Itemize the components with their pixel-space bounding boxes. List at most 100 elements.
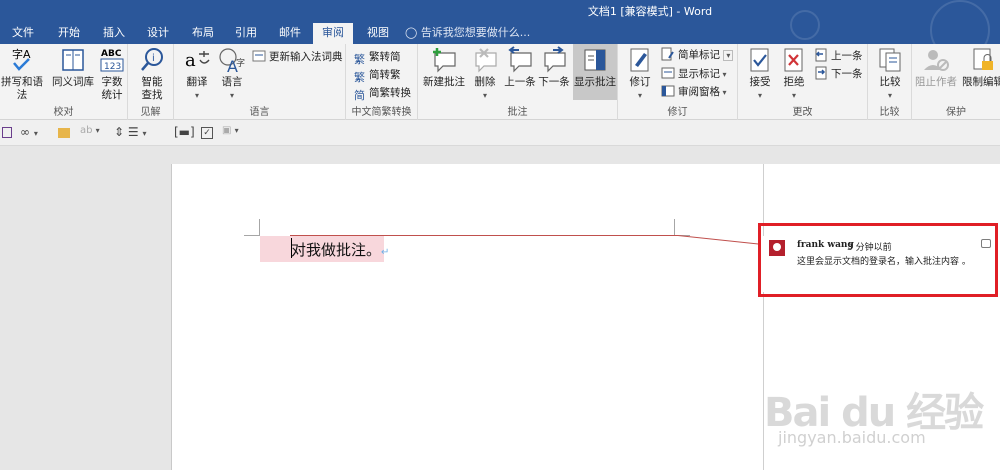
svg-text:i: i <box>152 53 155 64</box>
new-comment-icon <box>433 48 456 73</box>
show-markup-button[interactable]: 显示标记 ▾ <box>661 66 727 82</box>
line-spacing-icon[interactable]: ⇕ ☰ ▾ <box>114 125 146 141</box>
format-icon[interactable]: ab ▾ <box>80 125 100 141</box>
compare-button[interactable]: 比较 ▾ <box>874 46 906 102</box>
tab-review[interactable]: 审阅 <box>313 23 353 44</box>
tab-insert[interactable]: 插入 <box>97 23 131 44</box>
group-comments: 新建批注 删除 ▾ 上一条 下一条 显示批注 批注 <box>418 44 618 120</box>
svg-text:123: 123 <box>104 62 121 72</box>
tab-home[interactable]: 开始 <box>52 23 86 44</box>
word-count-icon: ABC 123 <box>100 49 124 72</box>
margin-mark <box>259 219 260 235</box>
simp-trad-icon: 繁 <box>354 71 365 84</box>
language-icon: A字 <box>219 48 245 74</box>
group-changes: 接受 ▾ 拒绝 ▾ 上一条 下一条 更改 <box>738 44 868 120</box>
group-label-language: 语言 <box>249 107 270 118</box>
tab-layout[interactable]: 布局 <box>186 23 220 44</box>
block-authors-button[interactable]: 阻止作者 <box>914 46 958 89</box>
group-label-chinese-conversion: 中文简繁转换 <box>351 107 412 118</box>
delete-comment-button[interactable]: 删除 ▾ <box>468 46 502 102</box>
convert-icon: 简 <box>354 89 365 102</box>
document-page[interactable] <box>171 164 763 470</box>
book-icon <box>62 49 84 71</box>
show-comments-icon <box>584 49 606 71</box>
restrict-editing-button[interactable]: 限制编辑 <box>960 46 1000 89</box>
word-count-button[interactable]: ABC 123 字数 统计 <box>96 46 128 102</box>
watermark-url: jingyan.baidu.com <box>778 428 926 447</box>
tab-mailings[interactable]: 邮件 <box>273 23 307 44</box>
image-icon[interactable]: ▣ ▾ <box>222 125 239 141</box>
thesaurus-button[interactable]: 同义词库 <box>51 46 95 89</box>
comment-leader-line <box>290 235 678 236</box>
group-insights: i 智能 查找 见解 <box>128 44 174 120</box>
group-label-changes: 更改 <box>792 107 813 118</box>
previous-comment-button[interactable]: 上一条 <box>502 46 538 89</box>
accept-icon <box>750 48 769 72</box>
reject-button[interactable]: 拒绝 ▾ <box>778 46 810 102</box>
next-change-button[interactable]: 下一条 <box>814 66 863 82</box>
track-changes-icon <box>630 48 649 72</box>
next-change-icon <box>815 66 827 80</box>
ribbon-tabs: 文件 开始 插入 设计 布局 引用 邮件 审阅 视图 ◯ 告诉我您想要做什么..… <box>0 0 1000 60</box>
restrict-editing-icon <box>973 48 993 70</box>
smart-lookup-button[interactable]: i 智能 查找 <box>136 46 168 102</box>
display-for-review-dropdown[interactable]: 简单标记 ▾ <box>661 47 734 63</box>
group-label-insights: 见解 <box>140 107 161 118</box>
folder-icon[interactable] <box>58 128 70 138</box>
reviewing-pane-button[interactable]: 审阅窗格 ▾ <box>661 84 727 100</box>
delete-comment-icon <box>475 48 497 73</box>
previous-comment-icon <box>508 46 532 73</box>
simp-to-trad-button[interactable]: 繁简转繁 <box>354 67 401 84</box>
group-compare: 比较 ▾ 比较 <box>868 44 912 120</box>
group-label-comments: 批注 <box>507 107 528 118</box>
smart-lookup-icon: i <box>141 48 163 71</box>
tab-file[interactable]: 文件 <box>6 23 40 44</box>
new-comment-button[interactable]: 新建批注 <box>422 46 466 89</box>
track-changes-button[interactable]: 修订 ▾ <box>624 46 656 102</box>
language-button[interactable]: A字 语言 ▾ <box>214 46 250 102</box>
group-label-tracking: 修订 <box>667 107 688 118</box>
next-comment-button[interactable]: 下一条 <box>536 46 572 89</box>
tell-me-box[interactable]: ◯ 告诉我您想要做什么... <box>405 23 530 43</box>
markup-icon <box>661 47 674 61</box>
accept-button[interactable]: 接受 ▾ <box>744 46 776 102</box>
window-title: 文档1 [兼容模式] - Word <box>587 5 713 18</box>
group-label-proofing: 校对 <box>53 107 74 118</box>
tab-view[interactable]: 视图 <box>361 23 395 44</box>
group-label-compare: 比较 <box>879 107 900 118</box>
margin-mark <box>244 235 260 236</box>
tab-references[interactable]: 引用 <box>229 23 263 44</box>
block-icon[interactable]: [▬] <box>174 125 195 141</box>
translate-icon: a <box>185 50 210 71</box>
convert-button[interactable]: 简简繁转换 <box>354 85 411 102</box>
show-comments-button[interactable]: 显示批注 <box>573 44 617 100</box>
highlight-frame <box>758 223 998 297</box>
compare-icon <box>879 48 901 72</box>
trad-simp-icon: 繁 <box>354 53 365 66</box>
update-ime-dictionary-button[interactable]: 更新输入法词典 <box>252 49 343 65</box>
trad-to-simp-button[interactable]: 繁繁转简 <box>354 49 401 66</box>
checkbox-icon[interactable]: ✓ <box>201 127 213 139</box>
group-tracking: 修订 ▾ 简单标记 ▾ 显示标记 ▾ 审阅窗格 ▾ 修订 <box>618 44 738 120</box>
reviewing-pane-icon <box>661 85 675 97</box>
decoration-circle <box>790 10 820 40</box>
svg-text:字: 字 <box>236 57 245 69</box>
group-chinese-conversion: 繁繁转简 繁简转繁 简简繁转换 中文简繁转换 <box>346 44 418 120</box>
group-protect: 阻止作者 限制编辑 保护 <box>912 44 1000 120</box>
group-label-protect: 保护 <box>946 107 966 118</box>
text-cursor <box>291 238 292 258</box>
ime-dictionary-icon <box>252 50 266 62</box>
previous-change-button[interactable]: 上一条 <box>814 48 863 64</box>
save-icon[interactable] <box>2 127 12 138</box>
block-authors-icon <box>924 50 949 71</box>
previous-change-icon <box>815 48 827 62</box>
link-icon[interactable]: ∞ ▾ <box>20 125 38 141</box>
group-proofing: 字A 拼写和语法 同义词库 ABC 123 字数 统计 校对 <box>0 44 128 120</box>
spelling-grammar-button[interactable]: 字A 拼写和语法 <box>0 46 48 102</box>
svg-text:a: a <box>185 50 196 71</box>
document-text[interactable]: 对我做批注。↵ <box>291 239 389 260</box>
translate-button[interactable]: a 翻译 ▾ <box>180 46 214 102</box>
tab-design[interactable]: 设计 <box>141 23 175 44</box>
quick-toolbar: ∞ ▾ ab ▾ ⇕ ☰ ▾ [▬] ✓ ▣ ▾ <box>0 120 1000 146</box>
svg-text:ABC: ABC <box>101 49 122 59</box>
